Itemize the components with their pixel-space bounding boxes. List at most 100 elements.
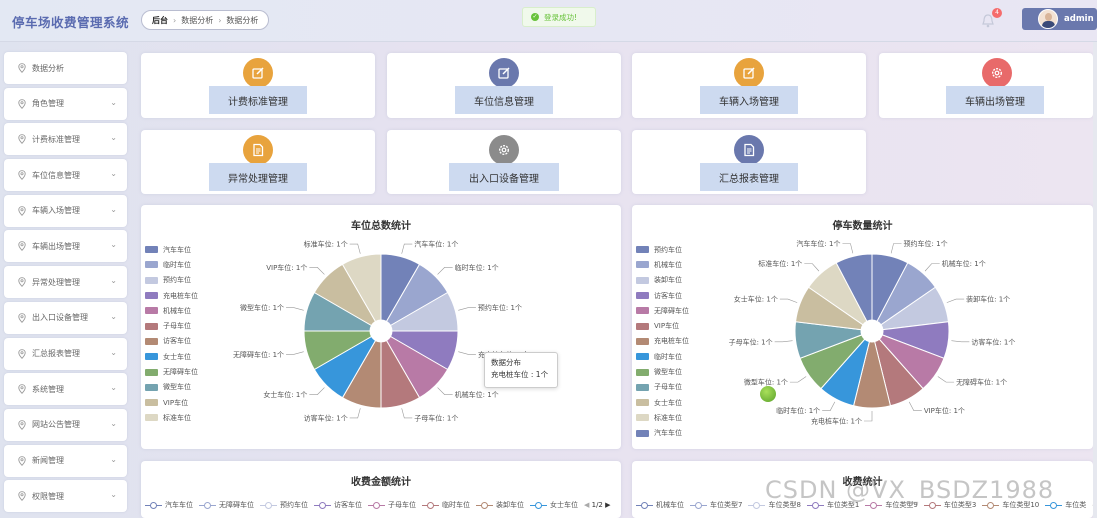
pie-label-line [908, 401, 922, 411]
pie-label-line [951, 340, 970, 343]
pie-label-line [924, 263, 940, 272]
pie-slice-label: 临时车位: 1个 [776, 406, 820, 415]
edit-icon [489, 58, 519, 88]
sidebar-item-label: 车位信息管理 [32, 170, 80, 180]
sidebar-item-label: 数据分析 [32, 63, 64, 73]
sidebar-item[interactable]: 车位信息管理 ⌄ [4, 159, 127, 192]
sidebar-item-label: 网站公告管理 [32, 420, 80, 430]
pie-label-line [890, 243, 902, 254]
sidebar-item[interactable]: 计费标准管理 ⌄ [4, 123, 127, 156]
pie-slice-label: 汽车车位: 1个 [796, 239, 840, 248]
chevron-right-icon[interactable]: ▶ [605, 501, 610, 509]
sidebar-item-label: 车辆出场管理 [32, 241, 80, 251]
quick-card-label: 车辆入场管理 [700, 86, 798, 114]
chart-title: 收费金额统计 [351, 477, 411, 488]
check-circle-icon: ✓ [531, 13, 539, 21]
legend-item[interactable]: 预约车位 [260, 500, 308, 510]
legend-item[interactable]: 女士车位 [530, 500, 578, 510]
sidebar-item[interactable]: 车辆出场管理 ⌄ [4, 230, 127, 263]
legend-label: 装卸车位 [496, 501, 524, 509]
breadcrumb-home[interactable]: 后台 [152, 15, 168, 26]
sidebar: 数据分析 角色管理 ⌄ 计费标准管理 ⌄ 车位信息管理 ⌄ 车辆入场管理 ⌄ 车辆出场管理 ⌄ 异常处… [4, 52, 127, 516]
sidebar-item[interactable]: 权限管理 ⌄ [4, 480, 127, 513]
pie-slice-label: 子母车位: 1个 [414, 413, 458, 422]
quick-card-gate-device[interactable]: 出入口设备管理 [387, 130, 621, 194]
legend-label: 预约车位 [280, 501, 308, 509]
pie-slice-label: 女士车位: 1个 [263, 390, 307, 399]
pie-label-line [401, 408, 413, 419]
pie-slice-label: 子母车位: 1个 [729, 337, 773, 346]
legend-label: 车位类 [1065, 501, 1087, 509]
sidebar-item[interactable]: 新闻管理 ⌄ [4, 444, 127, 477]
breadcrumb-item[interactable]: 数据分析 [181, 15, 213, 26]
sidebar-item[interactable]: 数据分析 [4, 52, 127, 84]
sidebar-item[interactable]: 异常处理管理 ⌄ [4, 266, 127, 299]
pie-slice-label: 微型车位: 1个 [240, 303, 284, 312]
chevron-down-icon: ⌄ [110, 418, 117, 428]
pie-slice-label: 访客车位: 1个 [304, 413, 348, 422]
sidebar-item[interactable]: 汇总报表管理 ⌄ [4, 337, 127, 370]
legend-item[interactable]: 机械车位 [636, 500, 684, 510]
legend-item[interactable]: 临时车位 [422, 500, 470, 510]
pie-slice-label: 机械车位: 1个 [942, 259, 986, 268]
pie-label-line [286, 351, 304, 355]
pie-label-line [401, 243, 413, 254]
gear-icon [982, 58, 1012, 88]
legend-item[interactable]: 装卸车位 [476, 500, 524, 510]
success-toast: ✓ 登录成功! [522, 7, 596, 27]
legend-item[interactable]: 车位类型7 [690, 500, 742, 510]
legend-label: 机械车位 [656, 501, 684, 509]
pie-label-line [842, 243, 854, 254]
legend-item[interactable]: 汽车车位 [145, 500, 193, 510]
chevron-down-icon: ⌄ [110, 383, 117, 393]
pie-slice-label: 标准车位: 1个 [758, 259, 802, 268]
pie-label-line [774, 340, 793, 343]
location-pin-icon [18, 170, 26, 181]
chevron-down-icon: ⌄ [110, 276, 117, 286]
top-header: 停车场收费管理系统 后台 › 数据分析 › 数据分析 ✓ 登录成功! 4 adm… [0, 0, 1097, 42]
sidebar-item[interactable]: 系统管理 ⌄ [4, 373, 127, 406]
document-icon [243, 135, 273, 165]
sidebar-item[interactable]: 出入口设备管理 ⌄ [4, 301, 127, 334]
sidebar-item[interactable]: 车辆入场管理 ⌄ [4, 194, 127, 227]
sidebar-item[interactable]: 网站公告管理 ⌄ [4, 408, 127, 441]
breadcrumb-separator: › [218, 15, 222, 25]
legend-label: 汽车车位 [165, 501, 193, 509]
legend-line-marker [690, 501, 707, 509]
pie-label-line [804, 263, 820, 272]
quick-card-billing[interactable]: 计费标准管理 [141, 53, 375, 118]
breadcrumb-current: 数据分析 [226, 15, 259, 25]
legend-item[interactable]: 子母车位 [368, 500, 416, 510]
legend-label: 子母车位 [388, 501, 416, 509]
location-pin-icon [18, 98, 26, 109]
chart-legend: 汽车车位 无障碍车位 预约车位 访客车位 子母车位 临时车位 装卸车位 女士车位 ◀ 1/2 ▶ [145, 500, 611, 510]
legend-item[interactable]: 访客车位 [314, 500, 362, 510]
quick-card-report[interactable]: 汇总报表管理 [632, 130, 866, 194]
sidebar-item-label: 汇总报表管理 [32, 349, 80, 358]
quick-card-vehicle-exit[interactable]: 车辆出场管理 [879, 53, 1093, 118]
quick-card-spot-info[interactable]: 车位信息管理 [387, 53, 621, 118]
quick-card-label: 车位信息管理 [455, 86, 553, 114]
legend-item[interactable]: 无障碍车位 [199, 500, 254, 510]
quick-card-exception[interactable]: 异常处理管理 [141, 130, 375, 194]
pie-slice-label: 标准车位: 1个 [304, 240, 348, 249]
breadcrumb: 后台 › 数据分析 › 数据分析 [141, 10, 270, 30]
quick-card-vehicle-entry[interactable]: 车辆入场管理 [632, 53, 866, 118]
pie-label-line [458, 351, 476, 355]
sidebar-item[interactable]: 角色管理 ⌄ [4, 87, 127, 120]
quick-card-label: 计费标准管理 [209, 86, 307, 114]
page-scrollbar[interactable] [1093, 42, 1097, 518]
legend-pager[interactable]: ◀ 1/2 ▶ [584, 501, 611, 509]
pie-slice-label: 充电桩车位: 1个 [811, 417, 862, 426]
user-menu-button[interactable]: admin [1022, 8, 1097, 30]
pie-slice-label: 汽车车位: 1个 [414, 240, 458, 249]
pie-label-line [789, 376, 807, 383]
chevron-left-icon[interactable]: ◀ [584, 501, 589, 509]
legend-label: 车位类型7 [710, 501, 743, 509]
app-title: 停车场收费管理系统 [12, 15, 130, 30]
pie-chart-parking-count: 预约车位: 1个机械车位: 1个装卸车位: 1个访客车位: 1个无障碍车位: 1… [729, 239, 1016, 426]
pie-slice-label: VIP车位: 1个 [924, 406, 965, 415]
pie-slice-label: 装卸车位: 1个 [966, 295, 1010, 304]
pie-slice-label: 预约车位: 1个 [478, 303, 522, 312]
floating-ball-icon[interactable] [760, 386, 776, 402]
